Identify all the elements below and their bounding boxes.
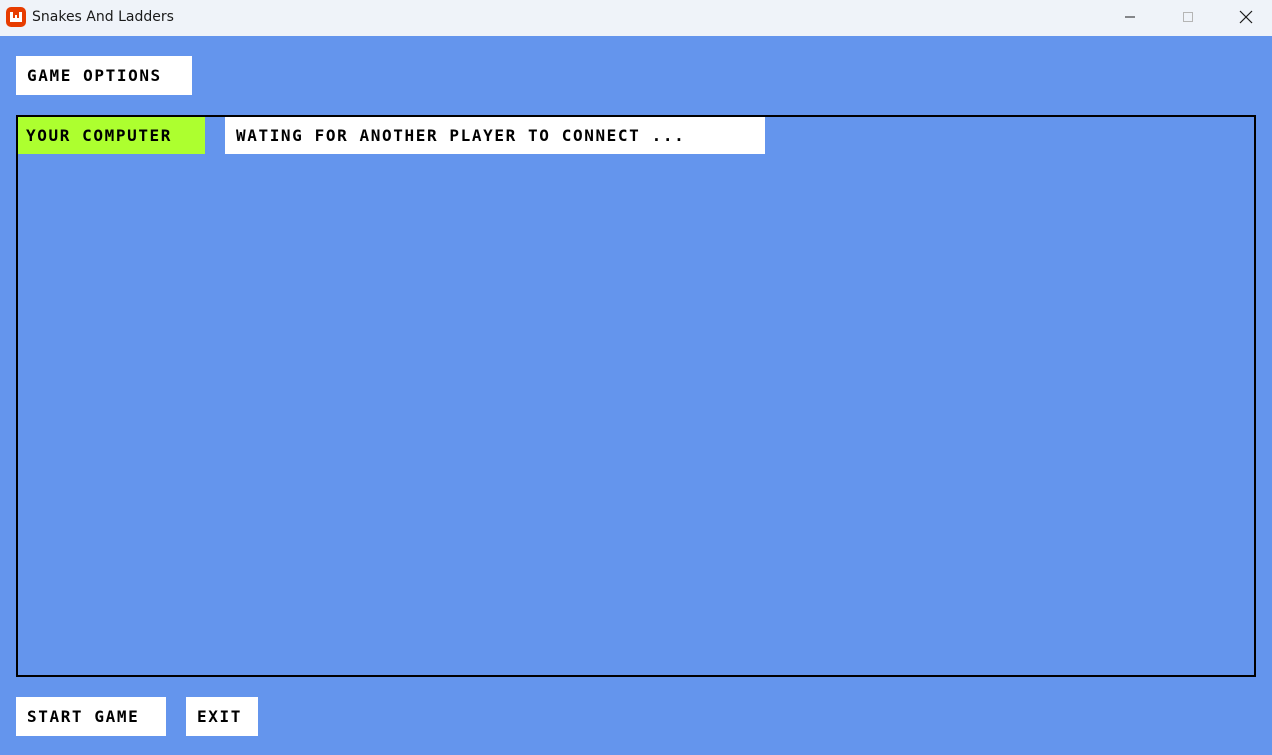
start-game-button[interactable]: START GAME bbox=[16, 697, 166, 736]
game-window: Snakes And Ladders GAME OPTIONS YOUR COM… bbox=[0, 0, 1272, 755]
lobby-panel bbox=[16, 115, 1256, 677]
close-icon bbox=[1239, 10, 1253, 24]
maximize-button[interactable] bbox=[1159, 0, 1217, 34]
player-label: YOUR COMPUTER bbox=[18, 117, 205, 154]
close-button[interactable] bbox=[1217, 0, 1272, 34]
minimize-button[interactable] bbox=[1101, 0, 1159, 34]
game-options-button[interactable]: GAME OPTIONS bbox=[16, 56, 192, 95]
monogame-logo-icon bbox=[6, 7, 26, 27]
maximize-icon bbox=[1183, 12, 1193, 22]
title-bar[interactable]: Snakes And Ladders bbox=[0, 0, 1272, 36]
connection-status: WATING FOR ANOTHER PLAYER TO CONNECT ... bbox=[225, 117, 765, 154]
exit-button[interactable]: EXIT bbox=[186, 697, 258, 736]
minimize-icon bbox=[1125, 16, 1135, 18]
window-title: Snakes And Ladders bbox=[32, 9, 174, 25]
